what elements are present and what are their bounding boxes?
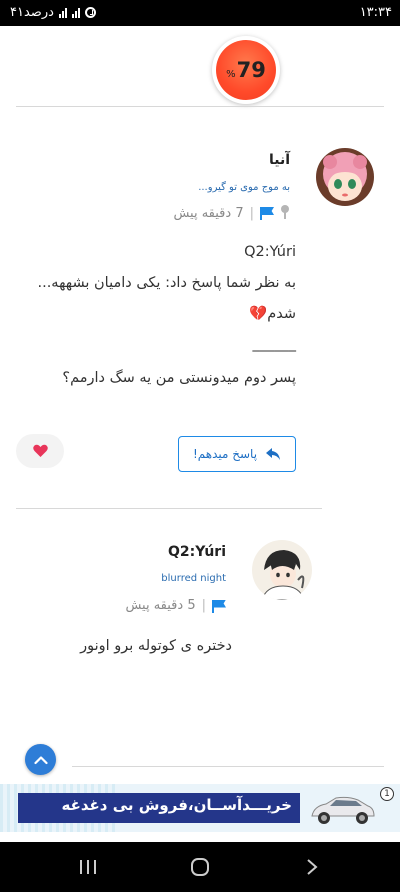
divider [16, 106, 384, 107]
status-left: ۴۱درصد [10, 5, 96, 20]
score-unit: % [226, 68, 236, 80]
comment-meta: | 7 دقیقه پیش [173, 205, 290, 221]
home-icon [191, 858, 209, 876]
reply-arrow-icon [266, 448, 281, 460]
flag-icon[interactable] [212, 599, 226, 613]
score-badge: % 79 [212, 36, 280, 104]
comment-time: 5 دقیقه پیش [125, 598, 196, 613]
back-chevron-icon [307, 859, 318, 875]
meta-separator: | [201, 598, 206, 613]
signal-icon [58, 7, 67, 18]
flag-icon[interactable] [260, 207, 274, 220]
divider [72, 766, 384, 767]
back-button[interactable] [292, 855, 332, 879]
scroll-to-top-button[interactable] [25, 744, 56, 775]
avatar-yuri[interactable] [252, 540, 312, 600]
comment-author[interactable]: Q2:Yúri [168, 544, 226, 560]
status-bar: ۴۱درصد ۱۳:۳۴ [0, 0, 400, 26]
comment-text-line: ______ [252, 336, 297, 352]
clock: ۱۳:۳۴ [359, 5, 392, 20]
recent-apps-icon [80, 860, 96, 874]
ad-banner[interactable]: 1 خریـــدآســان،فروش بی دغدغه [0, 784, 400, 832]
car-image [311, 796, 375, 824]
ad-text: خریـــدآســان،فروش بی دغدغه [61, 796, 292, 814]
ad-badge: 1 [380, 787, 394, 801]
avatar-anya[interactable] [316, 148, 374, 206]
comment-text-line: به نظر شما پاسخ داد: یکی دامیان بشههه... [37, 275, 296, 291]
comment-meta: | 5 دقیقه پیش [125, 598, 226, 613]
comment-text-line: شدم💔 [249, 306, 296, 322]
comment-time: 7 دقیقه پیش [173, 205, 244, 221]
system-nav-bar [0, 842, 400, 892]
comment-text-line: دختره ی کوتوله برو اونور [80, 638, 232, 654]
divider [16, 508, 322, 509]
score-value: 79 [236, 58, 266, 82]
recent-apps-button[interactable] [68, 855, 108, 879]
battery-text: ۴۱درصد [10, 5, 54, 20]
chevron-up-icon [33, 755, 48, 764]
pin-icon[interactable] [280, 205, 290, 221]
heart-icon [32, 444, 48, 457]
like-button[interactable] [16, 434, 64, 468]
reply-button[interactable]: پاسخ میدهم! [178, 436, 296, 472]
comment-text-line: پسر دوم میدونستی من یه سگ دارمم؟ [62, 370, 296, 386]
comment-author[interactable]: آنیا [269, 152, 290, 168]
comment-text-line: Q2:Yúri [244, 244, 296, 260]
reply-button-label: پاسخ میدهم! [192, 447, 258, 461]
signal-2-icon [71, 7, 80, 18]
comment-author-subtitle: blurred night [161, 573, 226, 584]
home-button[interactable] [180, 855, 220, 879]
comment-author-subtitle: به موج موی تو گیرو... [198, 182, 290, 193]
meta-separator: | [249, 205, 254, 221]
alarm-icon [84, 7, 96, 18]
